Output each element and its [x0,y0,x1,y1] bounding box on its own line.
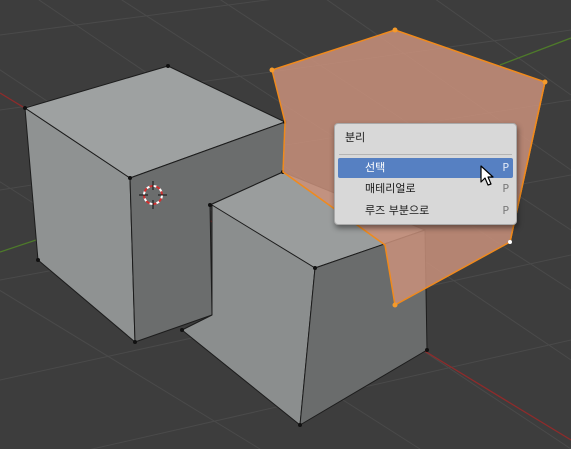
menu-item-shortcut: P [502,204,509,217]
menu-item-shortcut: P [502,161,509,174]
menu-item-label: 선택 [365,161,386,174]
menu-divider [339,154,512,155]
menu-item-by-loose-parts[interactable]: 루즈 부분으로 P [338,201,513,221]
menu-item-shortcut: P [502,182,509,195]
menu-item-label: 매테리얼로 [365,182,416,195]
menu-item-label: 루즈 부분으로 [365,204,430,217]
mouse-pointer-icon [480,165,494,186]
y-axis-line-far [499,37,571,66]
active-vertex [508,240,512,244]
menu-title: 분리 [345,131,366,144]
